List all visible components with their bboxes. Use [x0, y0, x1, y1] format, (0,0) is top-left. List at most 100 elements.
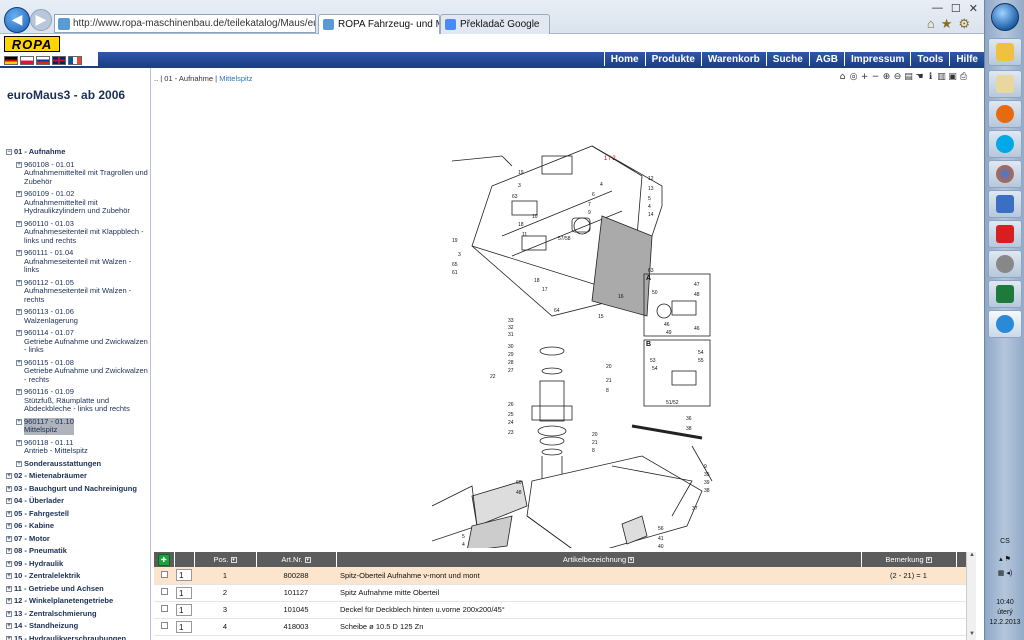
tree-section[interactable]: +08 - Pneumatik — [6, 546, 148, 556]
close-window-button[interactable]: ✕ — [969, 2, 978, 15]
expand-icon[interactable]: + — [16, 279, 22, 286]
col-note[interactable]: Bemerkung ▾ — [861, 552, 957, 567]
expand-icon[interactable]: + — [6, 498, 12, 504]
address-bar[interactable]: http://www.ropa-maschinenbau.de/teilekat… — [54, 14, 316, 33]
favorites-icon[interactable]: ★ — [941, 16, 953, 32]
language-indicator[interactable]: CS — [985, 538, 1024, 545]
row-checkbox[interactable] — [160, 570, 168, 578]
taskbar-disc[interactable] — [988, 250, 1022, 278]
expand-icon[interactable]: + — [16, 359, 22, 366]
expand-icon[interactable]: + — [16, 330, 22, 336]
quantity-input[interactable]: 1 — [176, 569, 192, 582]
expand-icon[interactable]: + — [6, 523, 12, 529]
table-row[interactable]: 1 1 800288 Spitz-Oberteil Aufnahme v-mont u… — [154, 567, 966, 585]
tree-item[interactable]: +960113 - 01.06 Walzenlagerung — [6, 307, 148, 325]
taskbar-acrobat[interactable] — [988, 220, 1022, 248]
quantity-input[interactable]: 1 — [176, 586, 192, 599]
home-icon[interactable]: ⌂ — [927, 16, 935, 32]
tree-section-01[interactable]: − 01 - Aufnahme — [6, 147, 148, 157]
tree-item[interactable]: +960112 - 01.05 Aufnahmeseitenteil mit Wa… — [6, 278, 148, 305]
expand-icon[interactable]: + — [6, 485, 12, 492]
back-button[interactable]: ◀ — [4, 7, 30, 33]
menu-home[interactable]: Home — [603, 52, 645, 66]
save-icon[interactable]: ▣ — [948, 72, 957, 83]
home-icon[interactable]: ⌂ — [838, 72, 847, 83]
expand-icon[interactable]: + — [6, 473, 12, 479]
clock[interactable]: 10:40 úterý 12.2.2013 — [985, 598, 1024, 628]
expand-icon[interactable]: + — [6, 548, 12, 554]
tree-section[interactable]: +06 - Kabine — [6, 521, 148, 531]
taskbar-app[interactable] — [988, 190, 1022, 218]
expand-icon[interactable]: + — [6, 635, 12, 640]
expand-icon[interactable]: + — [16, 250, 22, 256]
tree-item[interactable]: +960117 - 01.10 Mittelspitz — [6, 417, 148, 435]
tree-section[interactable]: +11 - Getriebe und Achsen — [6, 584, 148, 594]
expand-icon[interactable]: + — [16, 161, 22, 168]
page-prev-icon[interactable]: ▤ — [904, 72, 913, 83]
expand-icon[interactable]: + — [16, 191, 22, 197]
zoom-reset-icon[interactable]: ⊖ — [893, 72, 902, 83]
tree-item[interactable]: +960115 - 01.08 Getriebe Aufnahme und Zwi… — [6, 358, 148, 385]
ropa-logo[interactable]: ROPA — [4, 36, 60, 52]
zoom-out-icon[interactable]: − — [871, 72, 880, 83]
zoom-in-icon[interactable]: + — [860, 72, 869, 83]
collapse-icon[interactable]: − — [6, 149, 12, 155]
tree-item[interactable]: +960118 - 01.11 Antrieb - Mittelspitz — [6, 438, 148, 456]
sort-icon[interactable]: ▾ — [304, 557, 311, 564]
tab-ropa[interactable]: ROPA Fahrzeug- und Masc... ✕ — [318, 14, 440, 34]
sort-icon[interactable]: ▾ — [230, 557, 237, 564]
cart-icon[interactable]: ✚ — [157, 553, 170, 566]
menu-tools[interactable]: Tools — [910, 52, 950, 66]
maximize-button[interactable]: ☐ — [951, 2, 961, 15]
scroll-up-icon[interactable]: ▲ — [967, 552, 977, 561]
fit-icon[interactable]: ◎ — [849, 72, 858, 83]
table-scrollbar[interactable]: ▲ ▼ — [966, 552, 976, 640]
tree-item[interactable]: +960111 - 01.04 Aufnahmeseitenteil mit Wa… — [6, 248, 148, 275]
network-icon[interactable]: ▦ ◂) — [985, 569, 1024, 577]
expand-icon[interactable]: + — [6, 535, 12, 542]
tree-section[interactable]: +15 - Hydraulikverschraubungen — [6, 634, 148, 640]
expand-icon[interactable]: + — [6, 623, 12, 629]
table-row[interactable]: 1 3 101045 Deckel für Deckblech hinten u.vo… — [154, 601, 966, 619]
menu-suche[interactable]: Suche — [765, 52, 809, 66]
quantity-input[interactable]: 1 — [176, 620, 192, 633]
row-checkbox[interactable] — [160, 622, 168, 629]
zoom-area-icon[interactable]: ⊕ — [882, 72, 891, 83]
expand-icon[interactable]: + — [6, 585, 12, 592]
tree-item[interactable]: +960108 - 01.01 Aufnahmemittelteil mit Tr… — [6, 160, 148, 187]
row-checkbox[interactable] — [160, 588, 168, 595]
tree-item[interactable]: +960110 - 01.03 Aufnahmeseitenteil mit Kl… — [6, 219, 148, 246]
tree-section[interactable]: +13 - Zentralschmierung — [6, 609, 148, 619]
info-icon[interactable]: ℹ — [926, 72, 935, 83]
row-checkbox[interactable] — [160, 605, 168, 612]
tree-section[interactable]: +03 - Bauchgurt und Nachreinigung — [6, 484, 148, 494]
minimize-button[interactable]: — — [932, 2, 943, 15]
menu-warenkorb[interactable]: Warenkorb — [700, 52, 766, 66]
col-pos[interactable]: Pos. ▾ — [194, 552, 257, 567]
tree-section[interactable]: +05 - Fahrgestell — [6, 509, 148, 519]
taskbar-firefox[interactable] — [988, 160, 1022, 188]
expand-icon[interactable]: + — [16, 389, 22, 395]
tree-section[interactable]: +02 - Mietenabräumer — [6, 471, 148, 481]
menu-agb[interactable]: AGB — [808, 52, 845, 66]
hand-icon[interactable]: ☚ — [915, 72, 924, 83]
expand-icon[interactable]: + — [6, 598, 12, 604]
tree-item[interactable]: +960114 - 01.07 Getriebe Aufnahme und Zwi… — [6, 328, 148, 355]
tab-translate[interactable]: Překladač Google — [440, 14, 550, 34]
expand-icon[interactable]: + — [6, 510, 12, 517]
tree-section[interactable]: +14 - Standheizung — [6, 621, 148, 631]
menu-produkte[interactable]: Produkte — [644, 52, 701, 66]
menu-impressum[interactable]: Impressum — [844, 52, 911, 66]
tree-section[interactable]: +10 - Zentralelektrik — [6, 571, 148, 581]
expand-icon[interactable]: + — [16, 220, 22, 227]
expand-icon[interactable]: + — [6, 560, 12, 567]
gear-icon[interactable]: ⚙ — [958, 16, 970, 32]
expand-icon[interactable]: + — [6, 610, 12, 617]
parts-diagram[interactable]: 1 / 2 19363 12135414 4679 10181157/58 19… — [432, 86, 992, 548]
taskbar-ie[interactable] — [988, 310, 1022, 338]
expand-icon[interactable]: + — [16, 460, 22, 467]
table-row[interactable]: 1 4 418003 Scheibe ø 10.5 D 125 Zn — [154, 618, 966, 636]
forward-button[interactable]: ▶ — [30, 9, 52, 31]
sort-icon[interactable]: ▾ — [628, 557, 635, 564]
expand-icon[interactable]: + — [16, 418, 22, 425]
